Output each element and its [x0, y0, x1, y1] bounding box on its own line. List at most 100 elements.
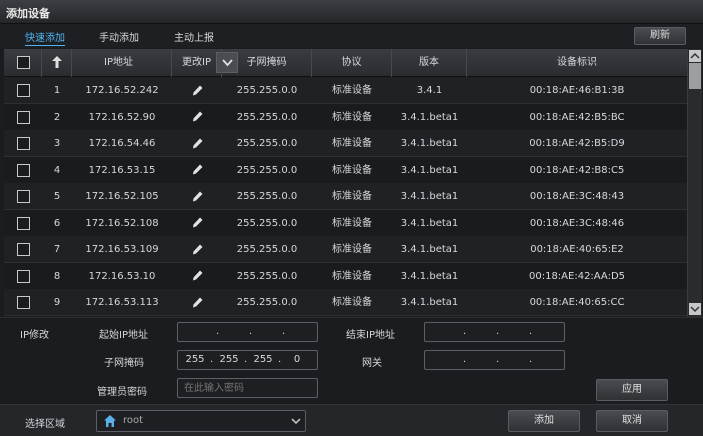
row-mask: 255.255.0.0 — [236, 111, 298, 123]
scroll-down-icon[interactable] — [689, 303, 701, 315]
row-ip: 172.16.53.10 — [88, 270, 156, 282]
mask-octet-4: 0 — [293, 354, 301, 365]
row-version: 3.4.1.beta1 — [400, 244, 459, 255]
header-checkbox-cell — [4, 49, 42, 77]
pencil-icon[interactable] — [192, 270, 203, 281]
start-ip-input[interactable]: ... — [177, 322, 318, 342]
tab-bar: 快速添加 手动添加 主动上报 刷新 — [0, 24, 703, 48]
tab-active-report[interactable]: 主动上报 — [174, 29, 214, 44]
table-row[interactable]: 5 172.16.52.105 255.255.0.0 标准设备 3.4.1.beta1… — [4, 183, 687, 210]
row-device-id: 00:18:AE:42:B8:C5 — [529, 164, 625, 176]
header-ip: IP地址 — [72, 49, 238, 77]
change-ip-cell[interactable] — [172, 263, 222, 290]
table-row[interactable]: 1 172.16.52.242 255.255.0.0 标准设备 3.4.1 00:18:… — [4, 77, 687, 104]
tab-manual-add[interactable]: 手动添加 — [99, 29, 139, 44]
admin-password-input[interactable] — [177, 378, 318, 398]
table-row[interactable]: 3 172.16.54.46 255.255.0.0 标准设备 3.4.1.beta1 0… — [4, 130, 687, 157]
area-select[interactable]: root — [96, 410, 306, 432]
table-row[interactable]: 2 172.16.52.90 255.255.0.0 标准设备 3.4.1.beta1 0… — [4, 103, 687, 131]
subnet-mask-label: 子网掩码 — [104, 358, 144, 369]
pencil-icon[interactable] — [192, 164, 203, 175]
header-change-ip: 更改IP — [172, 49, 222, 77]
table-scrollbar[interactable] — [687, 49, 702, 317]
add-button[interactable]: 添加 — [508, 410, 580, 432]
gateway-input[interactable]: ... — [424, 350, 565, 370]
row-checkbox[interactable] — [17, 190, 30, 203]
title-bar: 添加设备 — [0, 0, 703, 24]
row-index: 1 — [53, 85, 61, 96]
pencil-icon[interactable] — [192, 85, 203, 96]
tab-quick-add[interactable]: 快速添加 — [25, 29, 65, 46]
mask-octet-1: 255 — [185, 354, 205, 365]
row-checkbox[interactable] — [17, 137, 30, 150]
row-checkbox[interactable] — [17, 243, 30, 256]
pencil-icon[interactable] — [192, 138, 203, 149]
row-ip: 172.16.54.46 — [88, 138, 156, 149]
row-checkbox[interactable] — [17, 296, 30, 309]
row-device-id: 00:18:AE:42:B5:BC — [529, 111, 625, 123]
change-ip-cell[interactable] — [172, 210, 222, 237]
table-row[interactable]: 8 172.16.53.10 255.255.0.0 标准设备 3.4.1.beta1 0… — [4, 262, 687, 290]
table-row[interactable]: 6 172.16.52.108 255.255.0.0 标准设备 3.4.1.beta1… — [4, 209, 687, 237]
change-ip-cell[interactable] — [172, 183, 222, 210]
row-protocol: 标准设备 — [332, 138, 372, 149]
row-protocol: 标准设备 — [332, 191, 372, 202]
select-area-label: 选择区域 — [25, 419, 65, 430]
row-ip: 172.16.53.109 — [85, 244, 159, 255]
pencil-icon[interactable] — [192, 191, 203, 202]
row-protocol: 标准设备 — [332, 85, 372, 96]
row-index: 7 — [53, 244, 61, 255]
change-ip-cell[interactable] — [172, 236, 222, 263]
row-checkbox[interactable] — [17, 163, 30, 177]
start-ip-label: 起始IP地址 — [99, 330, 148, 341]
row-ip: 172.16.52.90 — [88, 111, 156, 123]
row-device-id: 00:18:AE:40:65:E2 — [530, 244, 624, 255]
row-mask: 255.255.0.0 — [236, 85, 298, 96]
change-ip-cell[interactable] — [172, 130, 222, 157]
table-row[interactable]: 7 172.16.53.109 255.255.0.0 标准设备 3.4.1.beta1… — [4, 236, 687, 263]
row-index: 2 — [53, 111, 61, 123]
sort-up-icon[interactable] — [51, 56, 62, 68]
row-index: 6 — [53, 217, 61, 229]
scroll-thumb[interactable] — [689, 63, 701, 89]
pencil-icon[interactable] — [192, 244, 203, 255]
row-ip: 172.16.52.105 — [85, 191, 159, 202]
change-ip-cell[interactable] — [172, 77, 222, 104]
apply-button[interactable]: 应用 — [596, 379, 668, 401]
select-all-checkbox[interactable] — [17, 56, 30, 69]
device-table: IP地址 更改IP 子网掩码 协议 版本 设备标识 1 172.16.52.242… — [4, 49, 687, 317]
pencil-icon[interactable] — [192, 111, 203, 122]
header-sort-cell[interactable] — [42, 49, 72, 77]
row-checkbox[interactable] — [17, 269, 30, 283]
table-row[interactable]: 9 172.16.53.113 255.255.0.0 标准设备 3.4.1.beta1… — [4, 289, 687, 316]
end-ip-input[interactable]: ... — [424, 322, 565, 342]
change-ip-cell[interactable] — [172, 289, 222, 316]
row-mask: 255.255.0.0 — [236, 297, 298, 308]
row-checkbox[interactable] — [17, 110, 30, 124]
row-device-id: 00:18:AE:46:B1:3B — [529, 85, 625, 96]
refresh-button[interactable]: 刷新 — [634, 27, 686, 45]
header-version: 版本 — [392, 49, 467, 77]
row-protocol: 标准设备 — [332, 297, 372, 308]
change-ip-cell[interactable] — [172, 104, 222, 131]
header-subnet-mask: 子网掩码 — [222, 49, 312, 77]
header-protocol: 协议 — [312, 49, 392, 77]
change-ip-cell[interactable] — [172, 157, 222, 184]
row-index: 3 — [53, 138, 61, 149]
row-checkbox[interactable] — [17, 84, 30, 97]
row-checkbox[interactable] — [17, 216, 30, 230]
row-device-id: 00:18:AE:42:AA:D5 — [528, 270, 626, 282]
row-version: 3.4.1.beta1 — [400, 297, 459, 308]
row-version: 3.4.1.beta1 — [400, 191, 459, 202]
subnet-mask-input[interactable]: 255 . 255 . 255 . 0 — [177, 350, 318, 370]
row-ip: 172.16.53.15 — [88, 164, 156, 176]
table-row[interactable]: 4 172.16.53.15 255.255.0.0 标准设备 3.4.1.beta1 0… — [4, 156, 687, 184]
mask-octet-3: 255 — [253, 354, 273, 365]
row-index: 8 — [53, 270, 61, 282]
pencil-icon[interactable] — [192, 297, 203, 308]
mask-octet-2: 255 — [219, 354, 239, 365]
row-protocol: 标准设备 — [332, 244, 372, 255]
pencil-icon[interactable] — [192, 217, 203, 228]
cancel-button[interactable]: 取消 — [596, 410, 668, 432]
scroll-up-icon[interactable] — [689, 50, 701, 62]
